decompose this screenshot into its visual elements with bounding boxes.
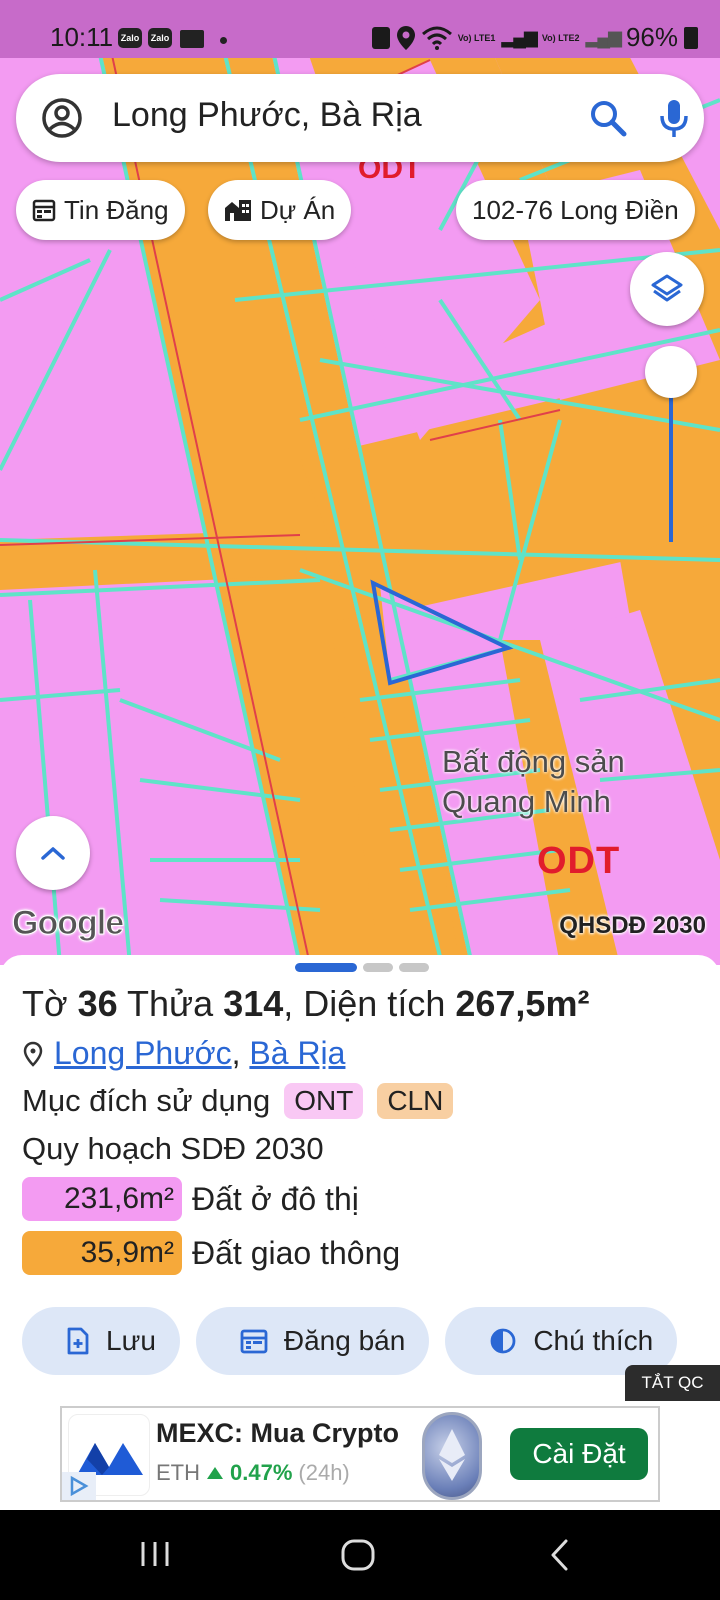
zone-label: ODT <box>537 840 621 882</box>
ethereum-coin-icon <box>422 1412 482 1500</box>
wifi-icon <box>421 26 452 50</box>
signal-2-icon: ▂▄▆ <box>585 27 622 47</box>
area-row-residential: 231,6m² Đất ở đô thị <box>22 1177 359 1221</box>
area-value-box: 35,9m² <box>22 1231 182 1275</box>
ad-banner[interactable]: MEXC: Mua Crypto ETH 0.47% (24h) Cài Đặt <box>60 1406 660 1502</box>
calendar-icon <box>240 1329 268 1354</box>
ethereum-diamond-icon <box>439 1429 465 1481</box>
add-file-icon <box>67 1327 89 1355</box>
account-circle-icon[interactable] <box>40 96 84 140</box>
more-notifications-dot-icon <box>220 37 227 44</box>
back-icon[interactable] <box>548 1538 572 1572</box>
home-icon[interactable] <box>340 1538 376 1572</box>
lte1-label: Vo) LTE1 <box>457 32 496 43</box>
area-row-traffic: 35,9m² Đất giao thông <box>22 1231 400 1275</box>
action-label: Chú thích <box>533 1325 654 1356</box>
page-indicator <box>399 963 429 972</box>
layers-button[interactable] <box>630 252 704 326</box>
battery-icon <box>684 26 698 49</box>
play-triangle-icon <box>70 1475 89 1497</box>
plan-title: Quy hoạch SDĐ 2030 <box>22 1131 324 1166</box>
chip-label: Tin Đăng <box>64 194 169 225</box>
ad-title: MEXC: Mua Crypto <box>156 1418 399 1448</box>
adchoices-icon[interactable] <box>62 1472 96 1500</box>
area-label: , Diện tích <box>283 983 446 1024</box>
system-navigation-bar <box>0 1510 720 1600</box>
page-indicator <box>363 963 393 972</box>
zalo-notification-icon: Zalo <box>148 28 172 48</box>
parcel-number: 314 <box>223 983 284 1024</box>
save-button[interactable]: Lưu <box>22 1307 180 1375</box>
land-use-purpose: Mục đích sử dụng ONT CLN <box>22 1083 454 1119</box>
location-link-ward[interactable]: Long Phước <box>54 1035 232 1071</box>
opacity-slider-thumb[interactable] <box>645 346 697 398</box>
sheet-number: 36 <box>77 983 118 1024</box>
area-value-box: 231,6m² <box>22 1177 182 1221</box>
action-label: Đăng bán <box>283 1325 406 1356</box>
battery-percent: 96% <box>625 22 678 52</box>
zalo-notification-icon: Zalo <box>118 28 142 48</box>
area-type-label: Đất ở đô thị <box>192 1180 359 1217</box>
action-label: Lưu <box>106 1325 156 1356</box>
mic-icon[interactable] <box>652 96 696 140</box>
purpose-tag-cln: CLN <box>377 1083 454 1119</box>
area-type-label: Đất giao thông <box>192 1234 401 1271</box>
search-icon[interactable] <box>586 96 630 140</box>
status-right: Vo) LTE1 ▂▄▆ Vo) LTE2 ▂▄▆ 96% <box>371 22 698 53</box>
sheet-label: Tờ <box>22 983 68 1024</box>
recent-apps-icon[interactable] <box>138 1538 172 1570</box>
search-bar[interactable]: Long Phước, Bà Rịa <box>16 74 704 162</box>
contrast-icon <box>490 1328 516 1354</box>
poi-label[interactable]: Bất động sản Quang Minh <box>442 742 625 822</box>
action-buttons: Lưu Đăng bán Chú thích <box>22 1307 678 1375</box>
ad-ticker: ETH <box>156 1460 200 1485</box>
status-time: 10:11 <box>50 22 114 52</box>
ad-period: (24h) <box>298 1460 350 1485</box>
calendar-icon <box>32 199 56 222</box>
chip-du-an[interactable]: Dự Án <box>208 180 352 240</box>
parcel-summary: Tờ 36 Thửa 314, Diện tích 267,5m² <box>22 983 589 1025</box>
location-pin-icon <box>23 1041 43 1067</box>
nfc-icon <box>371 26 390 49</box>
expand-up-button[interactable] <box>16 816 90 890</box>
search-input[interactable]: Long Phước, Bà Rịa <box>112 96 422 135</box>
parcel-label: Thửa <box>127 983 214 1024</box>
lte2-label: Vo) LTE2 <box>541 32 580 43</box>
purpose-tag-ont: ONT <box>284 1083 364 1119</box>
buildings-icon <box>225 200 251 221</box>
chip-tin-dang[interactable]: Tin Đăng <box>16 180 185 240</box>
location-separator: , <box>231 1035 241 1071</box>
parcel-location: Long Phước, Bà Rịa <box>22 1035 345 1072</box>
ad-subtitle: ETH 0.47% (24h) <box>156 1460 350 1486</box>
post-sale-button[interactable]: Đăng bán <box>195 1307 430 1375</box>
sheet-page-indicator[interactable] <box>295 963 429 972</box>
location-link-city[interactable]: Bà Rịa <box>249 1035 345 1071</box>
chip-label: 102-76 Long Điền <box>472 194 679 225</box>
poi-label-line-2: Quang Minh <box>442 784 611 819</box>
chip-label: Dự Án <box>260 194 336 225</box>
page-indicator-active <box>295 963 357 972</box>
signal-1-icon: ▂▄▆ <box>501 27 537 47</box>
up-arrow-icon <box>207 1467 223 1479</box>
ad-change: 0.47% <box>230 1460 293 1485</box>
poi-label-line-1: Bất động sản <box>442 744 625 779</box>
chevron-up-icon <box>41 847 65 860</box>
chip-parcel-ref[interactable]: 102-76 Long Điền <box>456 180 695 240</box>
folder-notification-icon <box>180 30 204 48</box>
hide-ads-button[interactable]: TẮT QC <box>625 1365 720 1401</box>
ad-install-button[interactable]: Cài Đặt <box>510 1428 648 1480</box>
purpose-label: Mục đích sử dụng <box>22 1083 271 1118</box>
plan-badge: QHSDĐ 2030 <box>559 912 706 939</box>
status-bar: 10:11 Zalo Zalo Vo) LTE1 ▂▄▆ Vo) LTE2 ▂▄… <box>0 0 720 58</box>
screen: ODT Bất động sản Quang Minh ODT Google Q… <box>0 0 720 1600</box>
layers-icon <box>651 274 683 302</box>
google-logo: Google <box>11 904 124 943</box>
location-icon <box>396 25 415 50</box>
area-value: 267,5m² <box>455 983 590 1024</box>
